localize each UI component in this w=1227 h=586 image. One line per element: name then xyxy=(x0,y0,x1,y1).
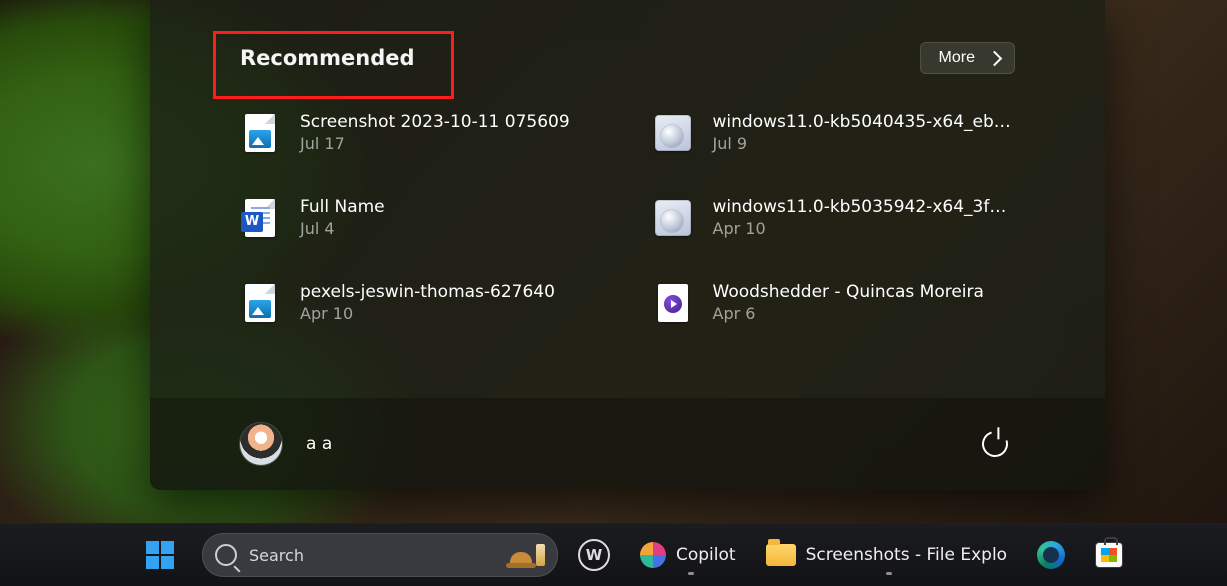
more-button-label: More xyxy=(939,49,975,67)
search-decoration-icon xyxy=(510,544,545,566)
item-date: Apr 10 xyxy=(713,219,1013,238)
recommended-item[interactable]: windows11.0-kb5035942-x64_3f371… Apr 10 xyxy=(653,195,1016,240)
item-name: windows11.0-kb5040435-x64_eb3b… xyxy=(713,112,1013,132)
item-date: Jul 9 xyxy=(713,134,1013,153)
item-name: pexels-jeswin-thomas-627640 xyxy=(300,282,555,302)
edge-button[interactable] xyxy=(1027,531,1075,579)
item-date: Jul 17 xyxy=(300,134,570,153)
recommended-item[interactable]: Screenshot 2023-10-11 075609 Jul 17 xyxy=(240,110,603,155)
user-name-label: a a xyxy=(306,434,332,454)
item-name: Full Name xyxy=(300,197,385,217)
recommended-item[interactable]: Woodshedder - Quincas Moreira Apr 6 xyxy=(653,280,1016,325)
recommended-item[interactable]: pexels-jeswin-thomas-627640 Apr 10 xyxy=(240,280,603,325)
store-icon xyxy=(1095,542,1123,568)
edge-icon xyxy=(1037,541,1065,569)
search-icon xyxy=(215,544,237,566)
microsoft-store-button[interactable] xyxy=(1085,531,1133,579)
taskbar-search[interactable]: Search xyxy=(202,533,558,577)
item-name: Screenshot 2023-10-11 075609 xyxy=(300,112,570,132)
folder-icon xyxy=(766,544,796,566)
item-name: windows11.0-kb5035942-x64_3f371… xyxy=(713,197,1013,217)
start-menu-panel: Recommended More Screenshot 2023-10-11 0… xyxy=(150,0,1105,490)
item-date: Apr 10 xyxy=(300,304,555,323)
item-name: Woodshedder - Quincas Moreira xyxy=(713,282,984,302)
chevron-right-icon xyxy=(987,50,1003,66)
user-account-button[interactable]: a a xyxy=(240,423,332,465)
search-placeholder: Search xyxy=(249,546,304,565)
widgets-icon: W xyxy=(578,539,610,571)
image-file-icon xyxy=(242,283,278,323)
file-explorer-taskbar-item[interactable]: Screenshots - File Explo xyxy=(756,531,1018,579)
windows-logo-icon xyxy=(146,541,174,569)
msu-package-icon xyxy=(655,113,691,153)
start-button[interactable] xyxy=(128,531,192,579)
power-button[interactable] xyxy=(975,424,1015,464)
copilot-button[interactable]: Copilot xyxy=(630,531,746,579)
video-file-icon xyxy=(655,283,691,323)
recommended-item[interactable]: W Full Name Jul 4 xyxy=(240,195,603,240)
power-icon xyxy=(977,426,1012,461)
start-menu-footer: a a xyxy=(150,398,1105,490)
widgets-button[interactable]: W xyxy=(568,531,620,579)
recommended-grid: Screenshot 2023-10-11 075609 Jul 17 wind… xyxy=(240,110,1015,325)
msu-package-icon xyxy=(655,198,691,238)
copilot-label: Copilot xyxy=(676,545,736,565)
item-date: Apr 6 xyxy=(713,304,984,323)
recommended-item[interactable]: windows11.0-kb5040435-x64_eb3b… Jul 9 xyxy=(653,110,1016,155)
taskbar: Search W Copilot Screenshots - File Expl… xyxy=(0,523,1227,586)
word-document-icon: W xyxy=(242,198,278,238)
image-file-icon xyxy=(242,113,278,153)
copilot-icon xyxy=(640,542,666,568)
explorer-window-title: Screenshots - File Explo xyxy=(806,545,1008,565)
item-date: Jul 4 xyxy=(300,219,385,238)
avatar xyxy=(240,423,282,465)
recommended-more-button[interactable]: More xyxy=(920,42,1015,74)
recommended-heading: Recommended xyxy=(240,46,415,70)
